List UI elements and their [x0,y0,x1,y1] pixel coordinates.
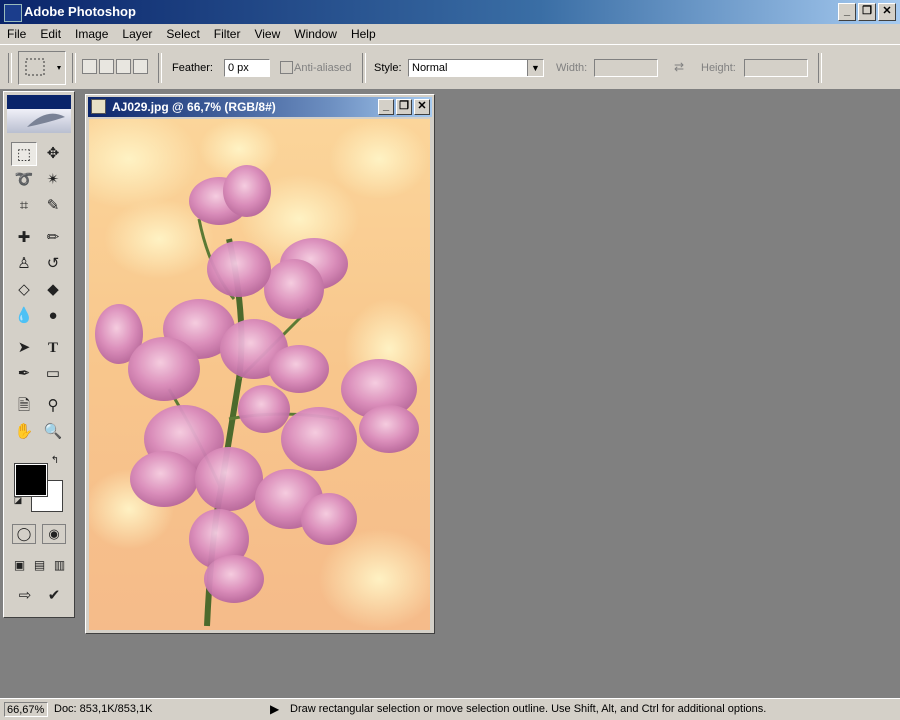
feather-input[interactable]: 0 px [224,59,270,77]
options-bar: Feather: 0 px Anti-aliased Style: Normal… [0,44,900,90]
healing-brush-icon[interactable]: ✚ [11,226,37,250]
menu-help[interactable]: Help [344,24,383,44]
doc-maximize-button[interactable]: ❐ [396,99,412,115]
options-grip[interactable] [8,53,12,83]
options-separator [818,53,822,83]
restore-button[interactable]: ❐ [858,3,876,21]
screen-mode-menu-icon[interactable]: ▤ [30,556,49,574]
anti-aliased-checkbox[interactable] [280,61,293,74]
move-icon[interactable]: ✥ [40,142,66,166]
jump-to-imageready-icon[interactable]: ⇨ [12,584,38,606]
intersect-selection-button[interactable] [133,59,148,74]
height-input[interactable] [744,59,808,77]
swap-dimensions-icon[interactable]: ⇄ [674,60,684,74]
doc-size-info[interactable]: Doc: 853,1K/853,1K [54,702,254,717]
history-brush-icon[interactable]: ↺ [40,252,66,276]
zoom-icon[interactable]: 🔍 [40,420,66,444]
photoshop-icon [4,4,22,22]
menu-filter[interactable]: Filter [207,24,248,44]
options-separator [158,53,162,83]
toolbox-titlebar[interactable] [7,95,71,109]
clone-stamp-icon[interactable]: ♙ [11,252,37,276]
style-value: Normal [412,62,448,74]
menu-file[interactable]: File [0,24,33,44]
status-bar: 66,67% Doc: 853,1K/853,1K ▶ Draw rectang… [0,698,900,720]
menu-bar: File Edit Image Layer Select Filter View… [0,24,900,44]
anti-aliased-label: Anti-aliased [294,62,352,74]
path-select-icon[interactable]: ➤ [11,336,37,360]
feather-label: Feather: [172,62,213,74]
app-titlebar: Adobe Photoshop _ ❐ ✕ [0,0,900,24]
default-colors-icon[interactable]: ◪ [12,494,24,506]
menu-layer[interactable]: Layer [115,24,159,44]
standard-mode-icon[interactable]: ◯ [12,524,36,544]
hand-icon[interactable]: ✋ [11,420,37,444]
options-separator [362,53,366,83]
document-window: AJ029.jpg @ 66,7% (RGB/8#) _ ❐ ✕ [85,94,435,634]
document-titlebar[interactable]: AJ029.jpg @ 66,7% (RGB/8#) _ ❐ ✕ [88,97,432,117]
close-button[interactable]: ✕ [878,3,896,21]
paint-bucket-icon[interactable]: ◆ [40,278,66,302]
style-select[interactable]: Normal ▼ [408,59,544,77]
minimize-button[interactable]: _ [838,3,856,21]
type-icon[interactable]: T [40,336,66,360]
foreground-color-swatch[interactable] [14,463,48,497]
document-title: AJ029.jpg @ 66,7% (RGB/8#) [112,100,276,114]
screen-mode-full-icon[interactable]: ▥ [50,556,69,574]
status-arrow-icon[interactable]: ▶ [270,702,279,717]
eraser-icon[interactable]: ◇ [11,278,37,302]
pen-icon[interactable]: ✒ [11,362,37,386]
tool-preset-picker[interactable] [18,51,66,85]
menu-view[interactable]: View [247,24,287,44]
eyedropper-icon[interactable]: ⚲ [40,394,66,418]
lasso-icon[interactable]: ➰ [11,168,37,192]
width-input[interactable] [594,59,658,77]
document-icon [91,99,106,114]
shape-icon[interactable]: ▭ [40,362,66,386]
slice-icon[interactable]: ✎ [40,194,66,218]
status-hint: Draw rectangular selection or move selec… [290,703,767,715]
doc-minimize-button[interactable]: _ [378,99,394,115]
magic-wand-icon[interactable]: ✴ [40,168,66,192]
screen-mode-standard-icon[interactable]: ▣ [10,556,29,574]
marquee-preset-icon [25,58,61,76]
swap-colors-icon[interactable]: ↰ [48,454,62,468]
subtract-selection-button[interactable] [116,59,131,74]
doc-close-button[interactable]: ✕ [414,99,430,115]
notes-icon[interactable]: 🗎 [11,394,37,418]
add-selection-button[interactable] [99,59,114,74]
style-label: Style: [374,62,402,74]
feather-logo[interactable] [7,109,71,133]
chevron-down-icon[interactable]: ▼ [527,60,543,76]
menu-image[interactable]: Image [68,24,115,44]
marquee-icon[interactable]: ⬚ [11,142,37,166]
brush-icon[interactable]: ✏ [40,226,66,250]
width-label: Width: [556,62,588,74]
dodge-icon[interactable]: ● [40,304,66,328]
zoom-field[interactable]: 66,67% [4,702,48,717]
new-selection-button[interactable] [82,59,97,74]
options-separator [72,53,76,83]
image-canvas[interactable] [89,119,430,630]
app-title: Adobe Photoshop [24,4,136,19]
checkmark-icon[interactable]: ✔ [42,584,66,606]
sweet-pea-photo [89,119,430,630]
menu-select[interactable]: Select [159,24,206,44]
menu-edit[interactable]: Edit [33,24,68,44]
crop-icon[interactable]: ⌗ [11,194,37,218]
quick-mask-icon[interactable]: ◉ [42,524,66,544]
height-label: Height: [701,62,736,74]
menu-window[interactable]: Window [287,24,344,44]
blur-icon[interactable]: 💧 [11,304,37,328]
toolbox: ⬚ ✥ ➰ ✴ ⌗ ✎ ✚ ✏ ♙ ↺ ◇ ◆ 💧 ● ➤ T ✒ ▭ 🗎 ⚲ … [3,91,75,618]
